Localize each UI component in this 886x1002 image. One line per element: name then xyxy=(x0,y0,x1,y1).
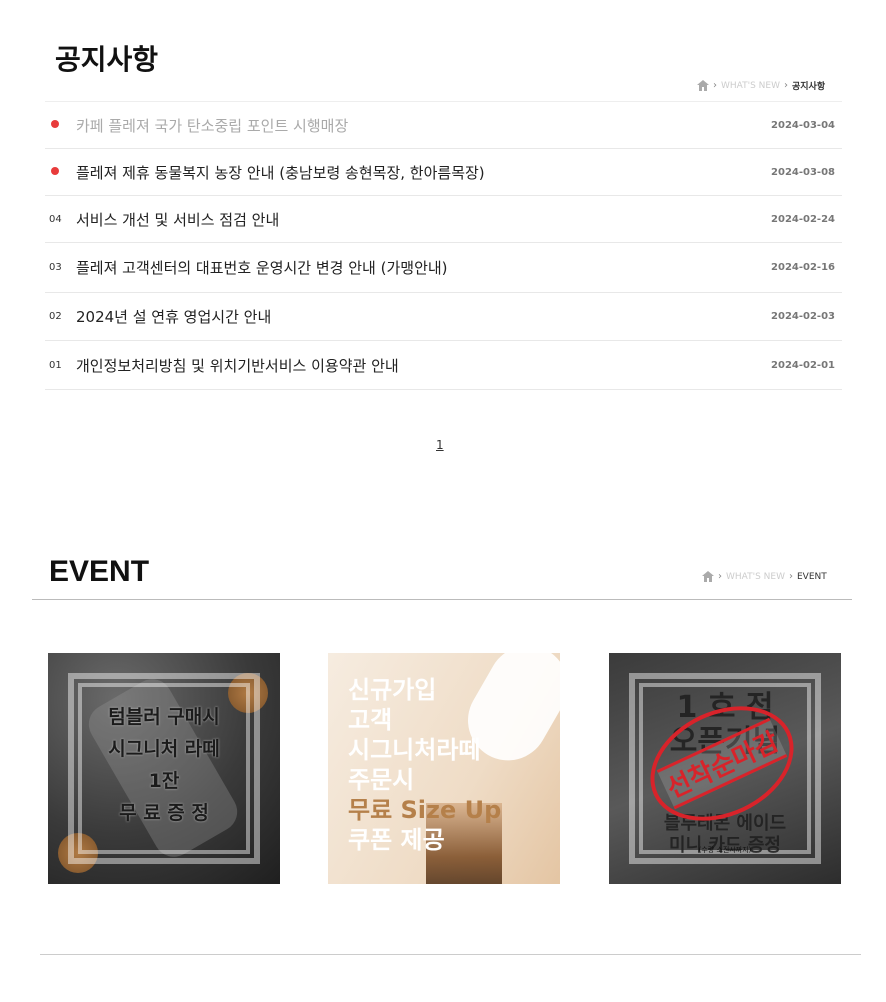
event-title: EVENT xyxy=(49,555,150,588)
event-card-line: 쿠폰 제공 xyxy=(348,826,445,854)
event-card-line: 시그니처 라떼 xyxy=(108,738,220,760)
breadcrumb-section[interactable]: WHAT'S NEW xyxy=(726,572,785,582)
event-card-line: 주문시 xyxy=(348,766,415,794)
notice-row-title[interactable]: 플레져 제휴 동물복지 농장 안내 (충남보령 송현목장, 한아름목장) xyxy=(76,162,771,183)
event-card-note: (수량 소진시까지) xyxy=(698,846,752,854)
pinned-dot-icon xyxy=(51,119,59,128)
breadcrumb-section[interactable]: WHAT'S NEW xyxy=(721,81,780,91)
event-card-text: 신규가입 고객 시그니처라떼 주문시 무료 Size Up 쿠폰 제공 xyxy=(348,675,501,855)
notice-row-number: 03 xyxy=(49,262,62,273)
pagination-page-1[interactable]: 1 xyxy=(436,438,444,452)
notice-row[interactable]: 플레져 제휴 동물복지 농장 안내 (충남보령 송현목장, 한아름목장) 202… xyxy=(45,149,842,196)
event-card-line: 신규가입 xyxy=(348,676,437,704)
notice-row-date: 2024-02-16 xyxy=(771,262,835,273)
notice-row-date: 2024-02-24 xyxy=(771,213,835,225)
notice-row[interactable]: 01 개인정보처리방침 및 위치기반서비스 이용약관 안내 2024-02-01 xyxy=(45,341,842,390)
event-card-opening[interactable]: 1 호 점 오픈기념 블루레몬 에이드 미니 카드 증정 (수량 소진시까지) … xyxy=(609,653,841,884)
event-divider xyxy=(32,599,852,600)
home-icon[interactable] xyxy=(702,571,714,582)
event-card-line: 1잔 xyxy=(148,770,180,792)
notice-row[interactable]: 02 2024년 설 연휴 영업시간 안내 2024-02-03 xyxy=(45,293,842,341)
notice-row-title[interactable]: 서비스 개선 및 서비스 점검 안내 xyxy=(76,209,771,230)
event-card-tumbler[interactable]: 텀블러 구매시 시그니처 라떼 1잔 무 료 증 정 xyxy=(48,653,280,884)
event-card-line: 텀블러 구매시 xyxy=(108,706,220,728)
chevron-right-icon: › xyxy=(784,80,788,91)
event-breadcrumb: › WHAT'S NEW › EVENT xyxy=(702,571,827,582)
notice-row-title[interactable]: 플레져 고객센터의 대표번호 운영시간 변경 안내 (가맹안내) xyxy=(76,257,771,278)
chevron-right-icon: › xyxy=(789,571,793,582)
event-card-line: 무료 Size Up xyxy=(348,796,502,824)
chevron-right-icon: › xyxy=(718,571,722,582)
event-card-line: 고객 xyxy=(348,706,393,734)
notice-row-date: 2024-03-08 xyxy=(771,166,835,178)
notice-row[interactable]: 04 서비스 개선 및 서비스 점검 안내 2024-02-24 xyxy=(45,196,842,243)
event-card-text: 텀블러 구매시 시그니처 라떼 1잔 무 료 증 정 xyxy=(48,701,280,829)
home-icon[interactable] xyxy=(697,80,709,91)
chevron-right-icon: › xyxy=(713,80,717,91)
notice-row-number: 01 xyxy=(49,359,62,371)
notice-row-date: 2024-03-04 xyxy=(771,119,835,131)
notice-row-number: 04 xyxy=(49,213,62,225)
pinned-dot-icon xyxy=(51,166,59,175)
notice-row-date: 2024-02-01 xyxy=(771,359,835,371)
notice-row[interactable]: 03 플레져 고객센터의 대표번호 운영시간 변경 안내 (가맹안내) 2024… xyxy=(45,243,842,293)
notice-row-title[interactable]: 카페 플레져 국가 탄소중립 포인트 시행매장 xyxy=(76,115,771,136)
event-card-line: 무 료 증 정 xyxy=(119,802,209,824)
notice-row-number: 02 xyxy=(49,311,62,322)
breadcrumb-current: EVENT xyxy=(797,571,827,582)
event-card-signup[interactable]: 신규가입 고객 시그니처라떼 주문시 무료 Size Up 쿠폰 제공 xyxy=(328,653,560,884)
notice-breadcrumb: › WHAT'S NEW › 공지사항 xyxy=(697,79,825,92)
pinned-marker xyxy=(45,166,76,178)
notice-title: 공지사항 xyxy=(55,43,159,76)
bottom-divider xyxy=(40,954,861,955)
notice-row-title[interactable]: 개인정보처리방침 및 위치기반서비스 이용약관 안내 xyxy=(76,355,771,376)
breadcrumb-current: 공지사항 xyxy=(792,82,826,92)
notice-list: 카페 플레져 국가 탄소중립 포인트 시행매장 2024-03-04 플레져 제… xyxy=(45,101,842,390)
notice-row-date: 2024-02-03 xyxy=(771,311,835,322)
event-card-line: 시그니처라떼 xyxy=(348,736,481,764)
pinned-marker xyxy=(45,119,76,131)
stamp-label: 선착순마감 xyxy=(656,717,788,810)
notice-row-title[interactable]: 2024년 설 연휴 영업시간 안내 xyxy=(76,306,771,327)
notice-row[interactable]: 카페 플레져 국가 탄소중립 포인트 시행매장 2024-03-04 xyxy=(45,102,842,149)
